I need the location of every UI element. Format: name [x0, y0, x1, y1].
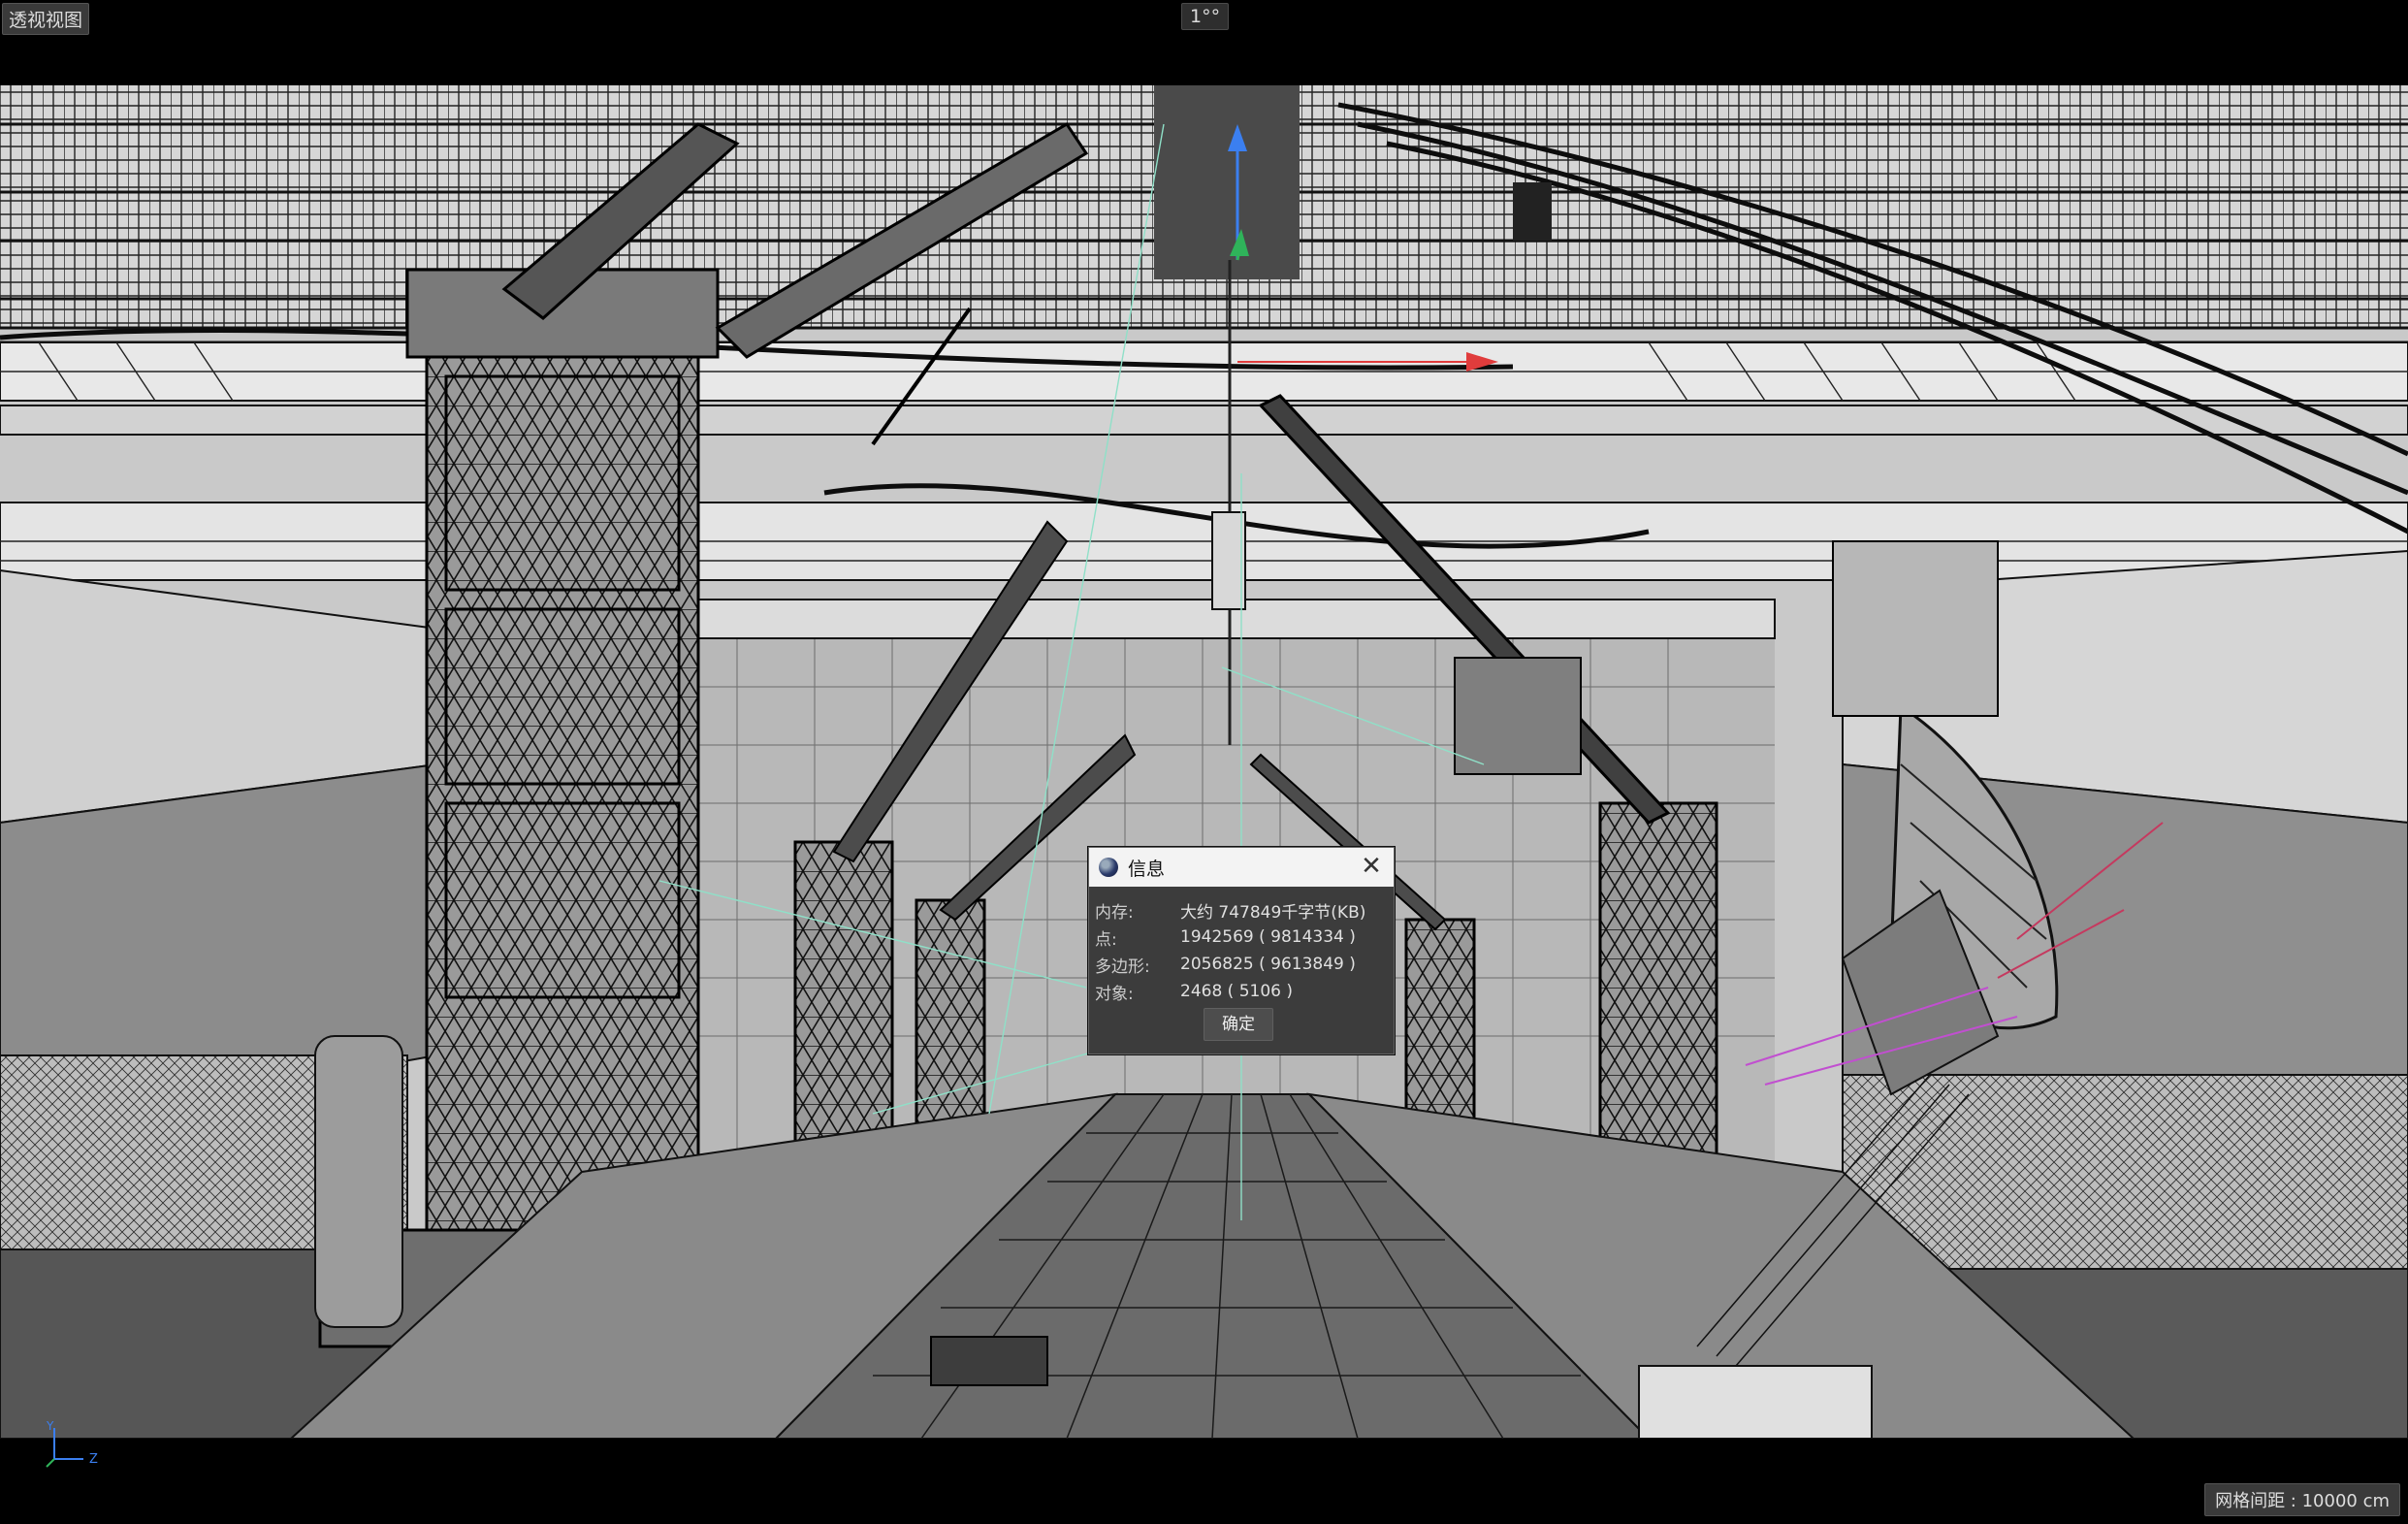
info-dialog[interactable]: 信息 ✕ 内存: 大约 747849千字节(KB) 点: 1942569 ( 9… [1088, 847, 1395, 1054]
info-label: 多边形: [1095, 957, 1150, 977]
info-value: 大约 747849千字节(KB) [1180, 902, 1366, 923]
grid-spacing-readout: 网格间距 : 10000 cm [2204, 1483, 2400, 1516]
dialog-title: 信息 [1128, 858, 1166, 880]
info-value: 1942569 ( 9814334 ) [1180, 927, 1356, 947]
camera-indicator[interactable]: 1°° [1181, 3, 1230, 30]
info-row-points: 点: 1942569 ( 9814334 ) [1095, 924, 1380, 951]
cinema4d-logo-icon [1099, 858, 1118, 877]
info-label: 内存: [1095, 902, 1134, 923]
info-row-objects: 对象: 2468 ( 5106 ) [1095, 978, 1380, 1005]
world-axis-icon: Y Z [46, 1419, 98, 1468]
wireframe-scene-viewport[interactable] [0, 85, 2408, 1439]
close-icon[interactable]: ✕ [1359, 854, 1384, 880]
info-value: 2056825 ( 9613849 ) [1180, 955, 1356, 974]
dialog-titlebar[interactable]: 信息 ✕ [1089, 848, 1394, 887]
ok-button[interactable]: 确定 [1204, 1008, 1273, 1041]
axis-y-label: Y [46, 1419, 54, 1433]
dialog-body: 内存: 大约 747849千字节(KB) 点: 1942569 ( 981433… [1089, 887, 1394, 1005]
info-row-polygons: 多边形: 2056825 ( 9613849 ) [1095, 951, 1380, 978]
info-label: 点: [1095, 929, 1117, 950]
viewport-name-label[interactable]: 透视视图 [2, 3, 90, 35]
viewport-top-bar: 透视视图 1°° [0, 0, 2408, 85]
info-value: 2468 ( 5106 ) [1180, 982, 1294, 1001]
viewport-bottom-bar: 网格间距 : 10000 cm [0, 1439, 2408, 1524]
info-label: 对象: [1095, 984, 1134, 1004]
info-row-memory: 内存: 大约 747849千字节(KB) [1095, 896, 1380, 924]
axis-z-label: Z [89, 1452, 98, 1467]
